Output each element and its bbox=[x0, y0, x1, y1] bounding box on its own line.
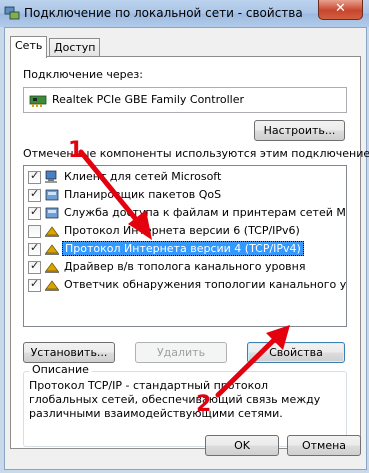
component-checkbox[interactable]: ✓ bbox=[28, 205, 41, 220]
network-service-icon bbox=[45, 207, 59, 219]
protocol-icon bbox=[45, 226, 59, 237]
dialog-body: Сеть Доступ Подключение через: Realtek P… bbox=[4, 27, 369, 470]
properties-button[interactable]: Свойства bbox=[247, 342, 345, 363]
adapter-name: Realtek PCIe GBE Family Controller bbox=[52, 93, 245, 106]
list-item[interactable]: ✓ Ответчик обнаружения топологии канальн… bbox=[24, 276, 346, 294]
protocol-icon bbox=[45, 280, 59, 291]
component-checkbox[interactable]: ✓ bbox=[28, 259, 41, 274]
component-checkbox[interactable]: ✓ bbox=[28, 277, 41, 292]
component-label: Ответчик обнаружения топологии канальног… bbox=[64, 278, 347, 291]
component-label: Клиент для сетей Microsoft bbox=[64, 170, 222, 183]
close-button[interactable]: ✕ bbox=[318, 0, 363, 20]
protocol-icon bbox=[45, 262, 59, 273]
components-list[interactable]: ✓ Клиент для сетей Microsoft ✓ Планировщ… bbox=[23, 165, 347, 327]
component-checkbox[interactable]: ✓ bbox=[28, 187, 41, 202]
list-item[interactable]: ✓ Планировщик пакетов QoS bbox=[24, 186, 346, 204]
tab-sharing[interactable]: Доступ bbox=[49, 38, 101, 57]
configure-button[interactable]: Настроить... bbox=[254, 120, 345, 141]
uninstall-button[interactable]: Удалить bbox=[135, 342, 227, 363]
window-title: Подключение по локальной сети - свойства bbox=[24, 6, 303, 20]
list-item[interactable]: ✓ Клиент для сетей Microsoft bbox=[24, 168, 346, 186]
component-label: Протокол Интернета версии 4 (TCP/IPv4) bbox=[62, 241, 304, 256]
description-text: Протокол TCP/IP - стандартный протокол г… bbox=[29, 379, 321, 420]
tab-page-network: Подключение через: Realtek PCIe GBE Fami… bbox=[10, 56, 369, 449]
component-label: Служба доступа к файлам и принтерам сете… bbox=[64, 206, 347, 219]
network-service-icon bbox=[45, 189, 59, 201]
component-label: Протокол Интернета версии 6 (TCP/IPv6) bbox=[64, 224, 300, 237]
annotation-number-2: 2 bbox=[196, 392, 212, 417]
component-checkbox[interactable] bbox=[28, 225, 41, 238]
network-connection-icon bbox=[4, 6, 20, 20]
network-client-icon bbox=[45, 170, 57, 183]
tab-network[interactable]: Сеть bbox=[10, 36, 48, 58]
install-button[interactable]: Установить... bbox=[23, 342, 115, 363]
protocol-icon bbox=[45, 244, 59, 255]
ok-button[interactable]: OK bbox=[205, 435, 279, 456]
list-item[interactable]: Протокол Интернета версии 6 (TCP/IPv6) bbox=[24, 222, 346, 240]
cancel-button[interactable]: Отмена bbox=[287, 435, 361, 456]
connect-using-label: Подключение через: bbox=[23, 68, 143, 81]
network-adapter-icon bbox=[29, 95, 47, 107]
annotation-number-1: 1 bbox=[68, 138, 84, 163]
title-bar[interactable]: Подключение по локальной сети - свойства… bbox=[0, 0, 369, 27]
component-label: Драйвер в/в тополога канального уровня bbox=[64, 260, 306, 273]
component-label: Планировщик пакетов QoS bbox=[64, 188, 222, 201]
component-checkbox[interactable]: ✓ bbox=[28, 169, 41, 184]
adapter-field: Realtek PCIe GBE Family Controller bbox=[23, 87, 347, 113]
list-item-selected[interactable]: ✓ Протокол Интернета версии 4 (TCP/IPv4) bbox=[24, 240, 346, 258]
list-item[interactable]: ✓ Служба доступа к файлам и принтерам се… bbox=[24, 204, 346, 222]
component-checkbox[interactable]: ✓ bbox=[28, 241, 41, 256]
list-item[interactable]: ✓ Драйвер в/в тополога канального уровня bbox=[24, 258, 346, 276]
description-title: Описание bbox=[29, 363, 92, 376]
